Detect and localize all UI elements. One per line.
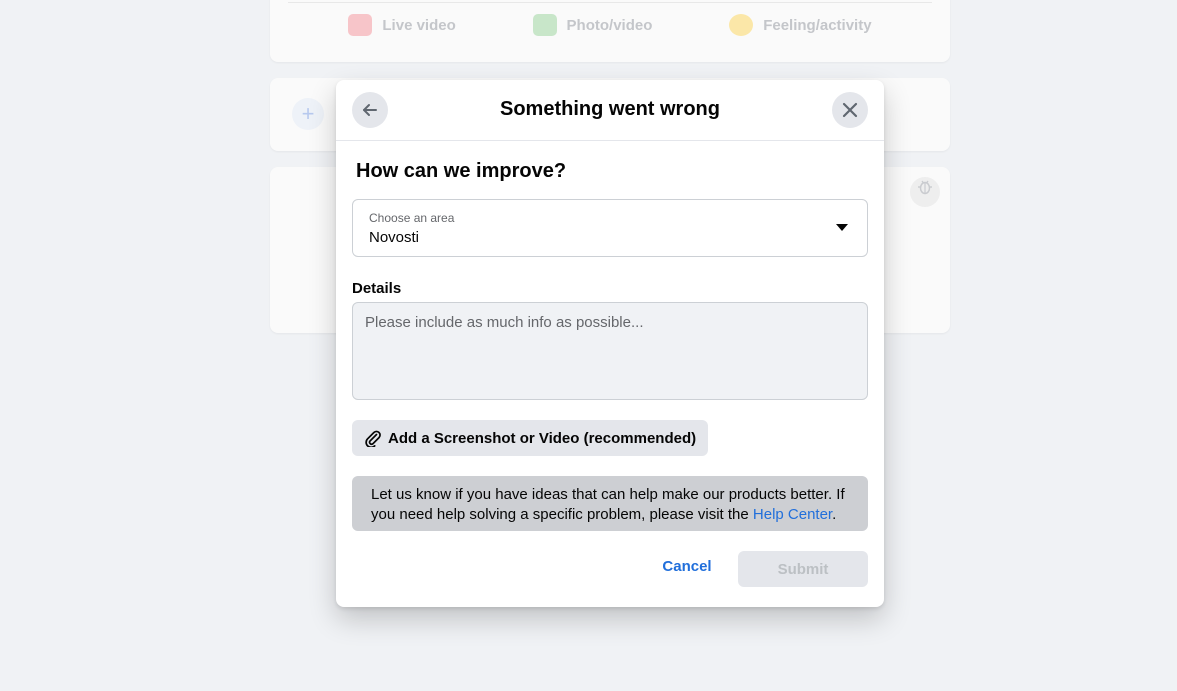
live-video-label: Live video bbox=[382, 16, 456, 34]
photo-video-label: Photo/video bbox=[566, 16, 653, 34]
live-video-button[interactable]: Live video bbox=[348, 14, 456, 36]
caret-down-icon bbox=[836, 224, 848, 231]
area-select-value: Novosti bbox=[369, 229, 420, 246]
photo-video-button[interactable]: Photo/video bbox=[532, 14, 653, 36]
close-button[interactable] bbox=[832, 92, 868, 128]
composer-card: Live video Photo/video Feeling/activity bbox=[270, 0, 950, 62]
feedback-dialog: Something went wrong How can we improve?… bbox=[336, 80, 884, 607]
composer-divider bbox=[288, 2, 932, 3]
photo-video-icon bbox=[532, 14, 557, 36]
dialog-title: Something went wrong bbox=[500, 98, 720, 120]
dialog-header: Something went wrong bbox=[336, 80, 884, 141]
area-select[interactable]: Choose an area Novosti bbox=[352, 199, 868, 257]
feeling-activity-label: Feeling/activity bbox=[763, 16, 872, 34]
submit-button[interactable]: Submit bbox=[738, 551, 868, 587]
live-video-icon bbox=[348, 14, 373, 36]
add-screenshot-label: Add a Screenshot or Video (recommended) bbox=[388, 429, 697, 447]
add-screenshot-button[interactable]: Add a Screenshot or Video (recommended) bbox=[352, 420, 709, 456]
details-label: Details bbox=[352, 280, 402, 297]
close-icon bbox=[842, 102, 858, 118]
bug-icon[interactable] bbox=[910, 177, 940, 207]
improve-heading: How can we improve? bbox=[356, 160, 567, 182]
cancel-button[interactable]: Cancel bbox=[654, 558, 720, 575]
details-textarea[interactable] bbox=[352, 302, 868, 400]
help-center-link[interactable]: Help Center bbox=[753, 506, 832, 523]
feeling-icon bbox=[729, 14, 754, 36]
info-suffix: . bbox=[832, 506, 837, 523]
info-notice: Let us know if you have ideas that can h… bbox=[352, 476, 868, 531]
paperclip-icon bbox=[365, 430, 381, 447]
area-select-label: Choose an area bbox=[369, 211, 455, 225]
add-story-button[interactable]: + bbox=[292, 98, 324, 130]
feeling-activity-button[interactable]: Feeling/activity bbox=[729, 14, 872, 36]
